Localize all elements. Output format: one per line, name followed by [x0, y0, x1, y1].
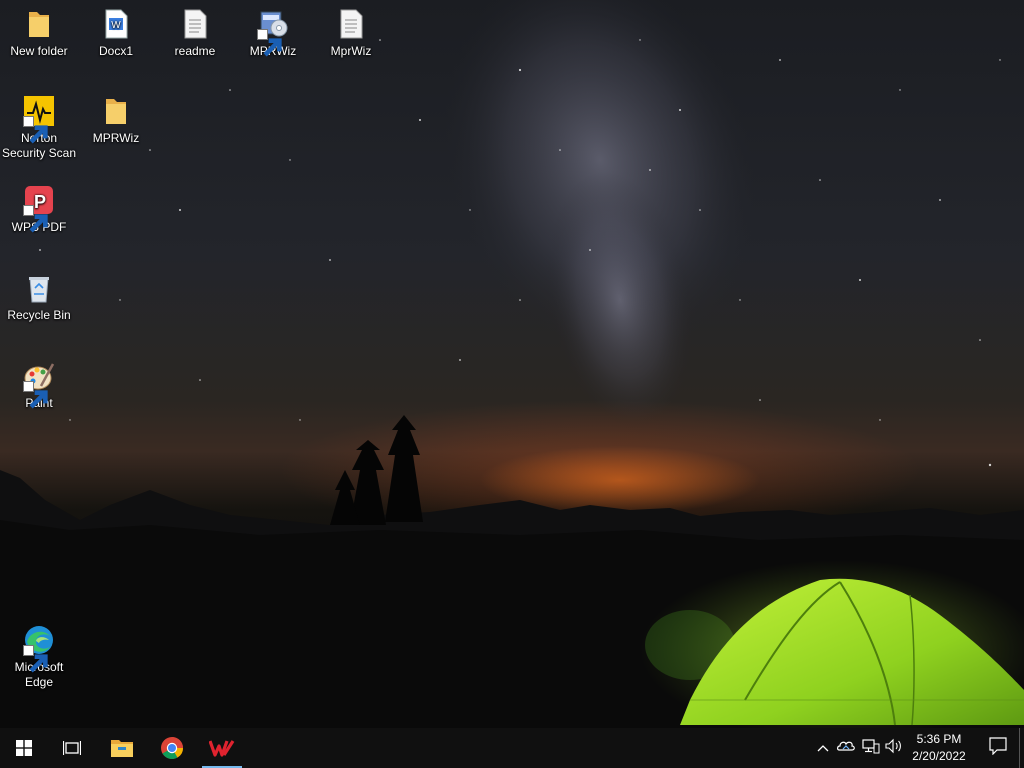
desktop: New folder W Docx1 readme MPRWiz MprWiz …	[0, 0, 1024, 728]
desktop-icon-mprwiz-file[interactable]: MprWiz	[313, 8, 389, 59]
desktop-icon-recycle-bin[interactable]: Recycle Bin	[1, 272, 77, 323]
svg-text:W: W	[111, 20, 121, 31]
desktop-icon-readme[interactable]: readme	[157, 8, 233, 59]
desktop-icon-label: New folder	[10, 44, 68, 58]
text-file-icon	[179, 8, 211, 40]
desktop-icon-norton-security-scan[interactable]: Norton Security Scan	[1, 95, 77, 161]
network-icon	[862, 738, 880, 759]
desktop-icon-microsoft-edge[interactable]: Microsoft Edge	[1, 624, 77, 690]
taskbar-wps-office[interactable]	[198, 728, 246, 768]
desktop-icon-mprwiz-installer[interactable]: MPRWiz	[235, 8, 311, 59]
clock[interactable]: 5:36 PM 2/20/2022	[906, 731, 972, 765]
chrome-icon	[160, 736, 184, 760]
task-view-icon	[63, 740, 81, 756]
desktop-icon-label: Docx1	[98, 44, 133, 58]
desktop-icon-label: MprWiz	[330, 44, 372, 58]
task-view-button[interactable]	[48, 728, 96, 768]
taskbar-file-explorer[interactable]	[98, 728, 146, 768]
desktop-icon-docx1[interactable]: W Docx1	[78, 8, 154, 59]
show-desktop-button[interactable]	[1019, 728, 1024, 768]
taskbar: 5:36 PM 2/20/2022	[0, 728, 1024, 768]
action-center-icon	[989, 736, 1007, 760]
action-center-button[interactable]	[978, 728, 1018, 768]
recycle-bin-icon	[23, 272, 55, 304]
clock-time: 5:36 PM	[916, 732, 962, 746]
folder-icon	[100, 95, 132, 127]
tray-network[interactable]	[861, 738, 881, 758]
file-explorer-icon	[110, 738, 134, 758]
taskbar-chrome[interactable]	[148, 728, 196, 768]
norton-icon	[23, 95, 55, 144]
desktop-icon-label: readme	[174, 44, 216, 58]
wps-office-icon	[209, 738, 235, 758]
tray-volume[interactable]	[884, 738, 904, 758]
desktop-icon-mprwiz-folder[interactable]: MPRWiz	[78, 95, 154, 146]
desktop-icon-paint[interactable]: Paint	[1, 360, 77, 411]
word-document-icon: W	[100, 8, 132, 40]
onedrive-icon	[837, 738, 855, 759]
chevron-up-icon	[817, 739, 829, 757]
desktop-icon-label: Recycle Bin	[7, 308, 71, 322]
folder-icon	[23, 8, 55, 40]
desktop-icon-new-folder[interactable]: New folder	[1, 8, 77, 59]
edge-icon	[23, 624, 55, 673]
clock-date: 2/20/2022	[912, 749, 966, 763]
paint-icon	[23, 360, 55, 409]
tray-onedrive[interactable]	[836, 738, 856, 758]
desktop-icon-wps-pdf[interactable]: P WPS PDF	[1, 184, 77, 235]
desktop-icon-label: MPRWiz	[92, 131, 140, 145]
volume-icon	[885, 738, 903, 759]
start-icon	[16, 740, 32, 756]
start-button[interactable]	[0, 728, 48, 768]
wps-pdf-icon: P	[23, 184, 55, 233]
tray-overflow-button[interactable]	[813, 738, 833, 758]
text-file-icon	[335, 8, 367, 40]
mprwiz-installer-icon	[257, 8, 289, 57]
